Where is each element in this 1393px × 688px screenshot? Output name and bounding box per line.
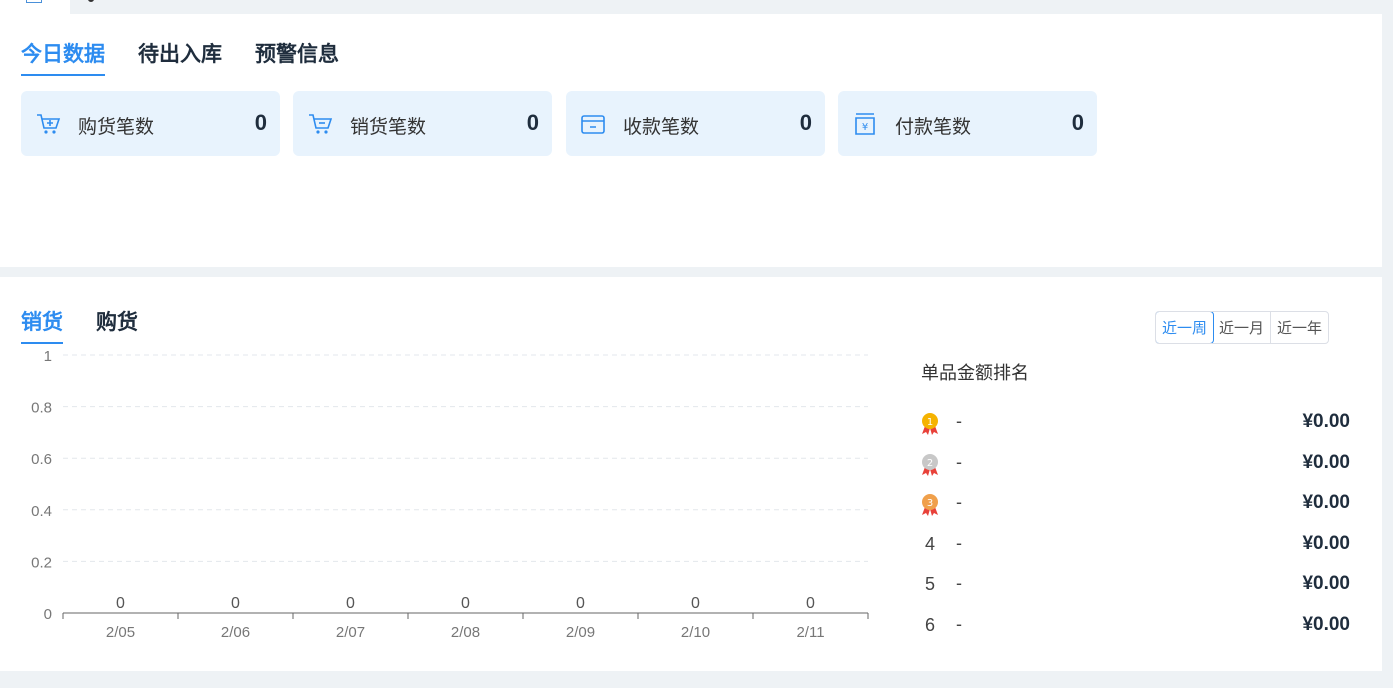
home-tab-icon: [26, 0, 42, 3]
overview-tabs: 今日数据 待出入库 预警信息: [21, 38, 372, 76]
rank-number: 5: [924, 574, 935, 595]
y-tick-label: 0: [44, 606, 52, 623]
y-tick-label: 0.6: [31, 451, 52, 468]
x-tick-label: 2/06: [221, 624, 250, 641]
window-tab-strip: [0, 0, 1393, 14]
ranking-row: 6 - ¥0.00: [918, 611, 1350, 641]
item-amount: ¥0.00: [1302, 573, 1350, 595]
data-label: 0: [346, 595, 355, 612]
x-tick-label: 2/05: [106, 624, 135, 641]
stat-label: 付款笔数: [895, 117, 972, 138]
medal-rank: 2: [927, 458, 933, 469]
stat-value: 0: [254, 110, 267, 135]
data-label: 0: [691, 595, 700, 612]
stat-label: 销货笔数: [350, 117, 427, 138]
ranking-row: 5- ¥0.00: [918, 570, 1350, 600]
item-amount: ¥0.00: [1302, 411, 1350, 432]
today-data-card: 今日数据 待出入库 预警信息 购货笔数 0 销货笔数 0 收款笔数 0 ¥ 付款…: [0, 14, 1382, 267]
data-label: 0: [116, 595, 125, 612]
data-label: 0: [461, 595, 470, 612]
tab-warnings[interactable]: 预警信息: [255, 38, 339, 76]
stat-purchase-count[interactable]: 购货笔数 0: [21, 91, 280, 156]
stat-value: 0: [799, 110, 812, 135]
sales-chart: 0 0.2 0.4 0.6 0.8 1 0 2/05 0 2/06 0 2/07 0 2/08 0 2/09 0…: [31, 348, 869, 641]
y-tick-label: 0.4: [31, 503, 52, 520]
data-label: 0: [231, 595, 240, 612]
payment-yen-icon: ¥: [855, 113, 875, 135]
y-tick-label: 1: [44, 348, 52, 365]
tab-today-data[interactable]: 今日数据: [21, 38, 105, 76]
item-name: -: [956, 492, 962, 513]
next-tab-icon[interactable]: [88, 0, 94, 2]
tab-pending-stock[interactable]: 待出入库: [138, 38, 222, 76]
range-week[interactable]: 近一周: [1156, 312, 1215, 343]
item-name: -: [956, 411, 962, 431]
range-month[interactable]: 近一月: [1213, 312, 1272, 343]
ranking-title: 单品金额排名: [921, 363, 1029, 383]
time-range-selector: 近一周 近一月 近一年: [1155, 311, 1330, 344]
x-tick-label: 2/07: [336, 624, 365, 641]
item-amount: ¥0.00: [1302, 614, 1350, 635]
ranking-row: 4- ¥0.00: [918, 530, 1350, 560]
y-tick-label: 0.2: [31, 554, 52, 571]
ranking-row: 1 - ¥0.00: [918, 408, 1350, 438]
rank-number: 4: [924, 533, 935, 554]
item-amount: ¥0.00: [1302, 451, 1350, 473]
stat-label: 购货笔数: [78, 117, 155, 138]
stat-sales-count[interactable]: 销货笔数 0: [293, 91, 552, 156]
cart-plus-icon: [37, 114, 61, 134]
medal-icon: 1: [922, 413, 938, 435]
item-amount: ¥0.00: [1302, 532, 1350, 554]
stat-receipt-count[interactable]: 收款笔数 0: [566, 91, 825, 156]
x-tick-label: 2/09: [566, 624, 595, 641]
x-tick-label: 2/11: [796, 624, 824, 641]
cart-icon: [309, 114, 333, 134]
medal-icon: 2: [922, 453, 938, 476]
stat-label: 收款笔数: [623, 117, 700, 138]
medal-rank: 1: [927, 417, 933, 428]
medal-rank: 3: [927, 498, 933, 509]
item-name: -: [956, 451, 962, 472]
trend-card: 销货 购货 近一周 近一月 近一年 0 0.2 0.4 0.6 0.8 1 0 2/05 0 2/…: [0, 277, 1382, 671]
svg-text:¥: ¥: [862, 122, 868, 133]
rank-number: 6: [924, 615, 935, 635]
medal-icon: 3: [922, 494, 938, 517]
wallet-icon: [581, 115, 605, 134]
stat-value: 0: [526, 110, 539, 135]
data-label: 0: [576, 595, 585, 612]
item-amount: ¥0.00: [1302, 492, 1350, 514]
ranking-row: 2 - ¥0.00: [918, 449, 1350, 479]
item-name: -: [956, 614, 962, 634]
right-gutter: [1382, 14, 1393, 688]
y-tick-label: 0.8: [31, 400, 52, 417]
item-name: -: [956, 573, 962, 594]
range-year[interactable]: 近一年: [1271, 312, 1328, 343]
item-name: -: [956, 532, 962, 553]
stat-value: 0: [1071, 110, 1084, 135]
x-tick-label: 2/08: [451, 624, 480, 641]
data-label: 0: [806, 595, 815, 612]
x-tick-label: 2/10: [681, 624, 710, 641]
home-tab[interactable]: [0, 0, 70, 14]
ranking-row: 3 - ¥0.00: [918, 489, 1350, 519]
stat-payment-count[interactable]: ¥ 付款笔数 0: [838, 91, 1097, 156]
